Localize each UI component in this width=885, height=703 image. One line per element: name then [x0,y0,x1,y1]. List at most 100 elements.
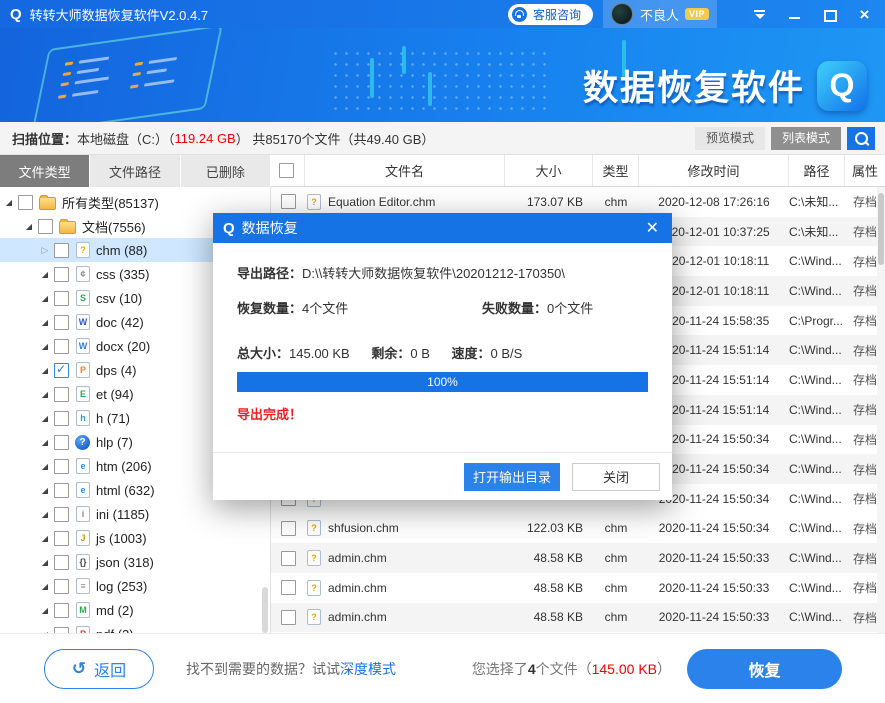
log-file-icon: ≡ [76,578,90,594]
deep-mode-link[interactable]: 深度模式 [340,661,396,677]
maximize-icon[interactable] [823,8,836,21]
close-icon[interactable]: × [858,8,871,21]
tree-item[interactable]: ◢≡log (253) [0,574,270,598]
file-path: C:\Wind... [789,492,845,506]
tree-item-label: html (632) [96,483,155,498]
tree-expanded-arrow-icon[interactable]: ◢ [40,294,50,303]
back-button[interactable]: ↺ 返回 [44,649,154,689]
tree-checkbox[interactable] [54,411,69,426]
column-type[interactable]: 类型 [593,155,639,186]
tree-expanded-arrow-icon[interactable]: ◢ [40,606,50,615]
tree-checkbox[interactable] [54,339,69,354]
tree-expanded-arrow-icon[interactable]: ◢ [40,414,50,423]
column-attr[interactable]: 属性 [845,155,885,186]
tab-file-path[interactable]: 文件路径 [90,155,180,187]
minimize-to-tray-icon[interactable] [753,8,766,21]
minimize-icon[interactable] [788,8,801,21]
column-size[interactable]: 大小 [505,155,593,186]
tab-file-type[interactable]: 文件类型 [0,155,90,187]
speed-value: 0 B/S [491,346,523,361]
customer-support-button[interactable]: 客服咨询 [508,4,593,25]
tree-item[interactable]: ◢Jjs (1003) [0,526,270,550]
table-row[interactable]: ?admin.chm48.58 KBchm2020-11-24 15:50:33… [271,603,885,633]
tree-item-label: csv (10) [96,291,142,306]
header-banner: 数据恢复软件 Q [0,28,885,122]
dialog-close-icon[interactable]: ✕ [643,218,662,238]
table-row[interactable]: ?admin.chm48.58 KBchm2020-11-24 15:50:33… [271,543,885,573]
tree-checkbox[interactable] [54,267,69,282]
list-mode-button[interactable]: 列表模式 [771,127,841,150]
sidebar-scrollbar-thumb[interactable] [262,587,268,633]
tree-checkbox[interactable] [54,555,69,570]
dialog-close-button[interactable]: 关闭 [572,463,660,491]
tree-item[interactable]: ◢iini (1185) [0,502,270,526]
column-modified[interactable]: 修改时间 [639,155,789,186]
table-row[interactable]: ?admin.chm48.58 KBchm2020-11-24 15:50:33… [271,573,885,603]
tree-expanded-arrow-icon[interactable]: ◢ [40,510,50,519]
headset-icon [512,7,527,22]
tab-deleted[interactable]: 已删除 [181,155,271,187]
tree-item-label: 文档(7556) [82,217,146,236]
tree-checkbox[interactable] [54,459,69,474]
tree-item-label: chm (88) [96,243,147,258]
export-path-row: 导出路径：D:\\转转大师数据恢复软件\20201212-170350\ [237,263,648,282]
row-checkbox[interactable] [281,610,296,625]
tree-checkbox[interactable] [54,579,69,594]
hint-text: 找不到需要的数据？试试 [186,661,340,677]
tree-expanded-arrow-icon[interactable]: ◢ [40,462,50,471]
tree-item[interactable]: ◢Mmd (2) [0,598,270,622]
tree-item[interactable]: ◢{}json (318) [0,550,270,574]
file-path: C:\Wind... [789,373,845,387]
open-output-dir-button[interactable]: 打开输出目录 [464,463,560,491]
tree-checkbox[interactable] [54,363,69,378]
tree-item-label: md (2) [96,603,134,618]
tree-expanded-arrow-icon[interactable]: ◢ [40,342,50,351]
tree-expanded-arrow-icon[interactable]: ◢ [40,270,50,279]
tree-expanded-arrow-icon[interactable]: ◢ [40,558,50,567]
recovered-value: 4个文件 [302,301,348,316]
tree-expanded-arrow-icon[interactable]: ◢ [40,318,50,327]
tree-checkbox[interactable] [54,387,69,402]
table-scrollbar-thumb[interactable] [878,193,884,265]
preview-mode-button[interactable]: 预览模式 [695,127,765,150]
table-header: 文件名 大小 类型 修改时间 路径 属性 [271,155,885,187]
tree-expanded-arrow-icon[interactable]: ◢ [40,438,50,447]
tree-expanded-arrow-icon[interactable]: ◢ [40,486,50,495]
tree-checkbox[interactable] [54,315,69,330]
search-button[interactable] [847,127,875,150]
column-path[interactable]: 路径 [789,155,845,186]
row-checkbox[interactable] [281,551,296,566]
tree-item[interactable]: ◢所有类型(85137) [0,190,270,214]
window-controls: × [753,8,871,21]
tree-checkbox[interactable] [54,483,69,498]
tree-expanded-arrow-icon[interactable]: ◢ [24,222,34,231]
app-window: Q 转转大师数据恢复软件V2.0.4.7 客服咨询 不良人 VIP × [0,0,885,703]
select-all-checkbox[interactable] [279,163,294,178]
select-all-header[interactable] [271,155,305,186]
tree-checkbox[interactable] [54,507,69,522]
tree-expanded-arrow-icon[interactable]: ◢ [40,366,50,375]
row-checkbox[interactable] [281,580,296,595]
recover-button[interactable]: 恢复 [687,649,842,689]
column-filename[interactable]: 文件名 [305,155,505,186]
tree-expanded-arrow-icon[interactable]: ◢ [40,582,50,591]
search-icon [855,132,868,145]
row-checkbox[interactable] [281,521,296,536]
tree-checkbox[interactable] [54,291,69,306]
tree-expanded-arrow-icon[interactable]: ◢ [40,534,50,543]
tree-item[interactable]: ◢Ppdf (2) [0,622,270,633]
table-row[interactable]: ?shfusion.chm122.03 KBchm2020-11-24 15:5… [271,514,885,544]
tree-checkbox[interactable] [54,603,69,618]
table-scrollbar[interactable] [877,187,885,633]
tree-checkbox[interactable] [54,243,69,258]
speed-label: 速度： [452,346,491,361]
tree-expanded-arrow-icon[interactable]: ◢ [4,198,14,207]
tree-collapsed-arrow-icon[interactable]: ▷ [40,245,50,256]
tree-checkbox[interactable] [18,195,33,210]
user-account[interactable]: 不良人 VIP [603,0,717,28]
tree-checkbox[interactable] [54,435,69,450]
tree-checkbox[interactable] [54,531,69,546]
tree-expanded-arrow-icon[interactable]: ◢ [40,390,50,399]
tree-checkbox[interactable] [38,219,53,234]
row-checkbox[interactable] [281,194,296,209]
